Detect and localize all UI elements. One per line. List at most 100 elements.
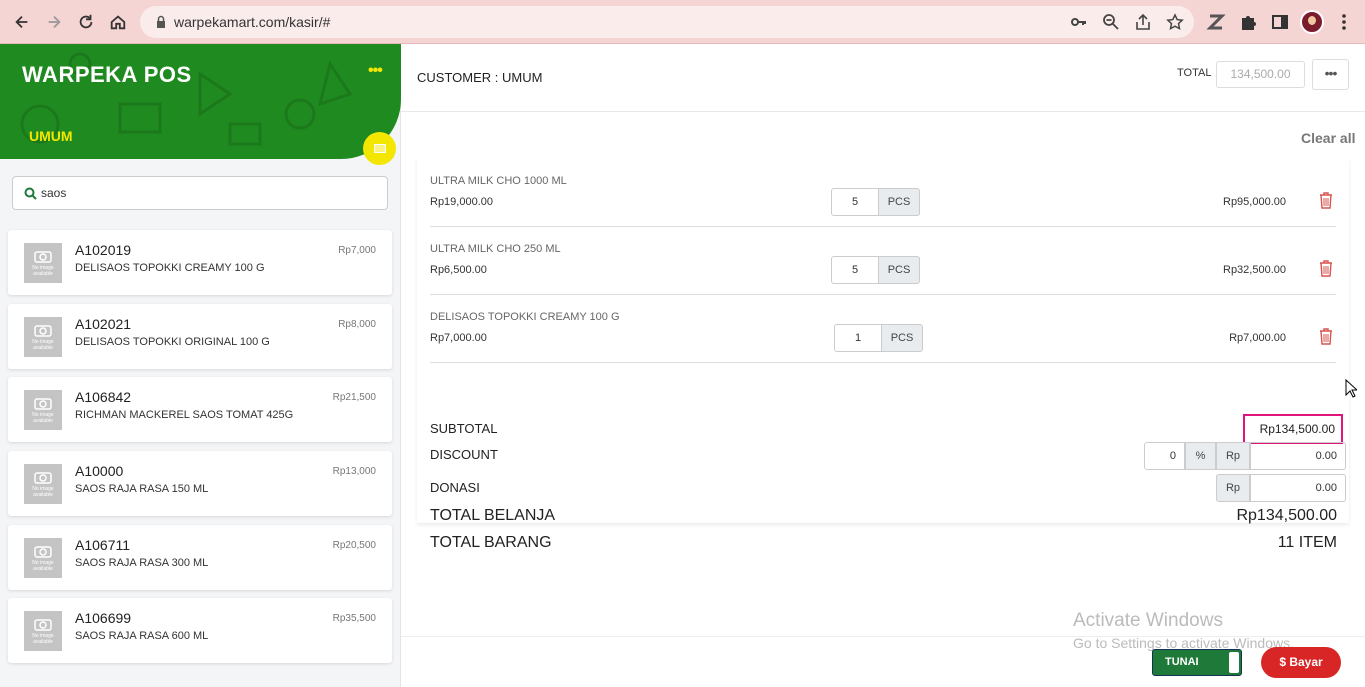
app-menu-button[interactable]: ••• <box>368 62 383 80</box>
customer-tag[interactable]: UMUM <box>29 128 73 144</box>
discount-label: DISCOUNT <box>430 447 498 462</box>
product-name: SAOS RAJA RASA 150 ML <box>75 483 209 495</box>
puzzle-icon[interactable] <box>1238 12 1258 32</box>
back-icon[interactable] <box>10 10 34 34</box>
item-total: Rp95,000.00 <box>1223 196 1286 208</box>
product-search[interactable] <box>12 176 388 210</box>
no-image-icon: No image available <box>24 538 62 578</box>
unit-label: PCS <box>879 188 920 216</box>
item-price: Rp6,500.00 <box>430 264 487 276</box>
product-code: A102019 <box>75 242 132 258</box>
cart-item: ULTRA MILK CHO 1000 ML Rp19,000.00 5 PCS… <box>430 159 1336 227</box>
no-image-icon: No image available <box>24 390 62 430</box>
payment-method-label: TUNAI <box>1165 656 1199 668</box>
more-options-button[interactable]: ••• <box>1312 59 1349 90</box>
product-code: A106842 <box>75 389 132 405</box>
key-icon[interactable] <box>1070 13 1088 31</box>
pay-button[interactable]: $ Bayar <box>1261 647 1341 678</box>
reload-icon[interactable] <box>74 10 98 34</box>
customer-label[interactable]: CUSTOMER : UMUM <box>417 70 542 85</box>
total-belanja-label: TOTAL BELANJA <box>430 507 556 524</box>
product-name: SAOS RAJA RASA 600 ML <box>75 630 209 642</box>
payment-method-toggle[interactable]: TUNAI <box>1152 649 1242 676</box>
trash-icon[interactable] <box>1318 326 1334 346</box>
product-panel: WARPEKA POS ••• UMUM No image available … <box>0 44 401 687</box>
product-card[interactable]: No image available A102019 DELISAOS TOPO… <box>8 230 392 295</box>
product-code: A102021 <box>75 316 132 332</box>
total-label: TOTAL <box>1177 67 1212 79</box>
no-image-icon: No image available <box>24 464 62 504</box>
cart-item: DELISAOS TOPOKKI CREAMY 100 G Rp7,000.00… <box>430 295 1336 363</box>
product-code: A106711 <box>75 537 131 553</box>
product-name: RICHMAN MACKEREL SAOS TOMAT 425G <box>75 409 294 421</box>
percent-addon: % <box>1185 442 1216 470</box>
quantity-input[interactable]: 1 <box>834 324 882 352</box>
windows-watermark-title: Activate Windows <box>1073 610 1223 631</box>
donasi-label: DONASI <box>430 480 480 495</box>
product-price: Rp35,500 <box>332 613 376 624</box>
forward-icon[interactable] <box>42 10 66 34</box>
bookmark-star-icon[interactable] <box>1166 13 1184 31</box>
item-name: DELISAOS TOPOKKI CREAMY 100 G <box>430 311 620 323</box>
item-price: Rp7,000.00 <box>430 332 487 344</box>
quantity-input[interactable]: 5 <box>831 188 879 216</box>
no-image-icon: No image available <box>24 611 62 651</box>
barcode-icon <box>373 144 386 153</box>
share-icon[interactable] <box>1134 13 1152 31</box>
cart-header: CUSTOMER : UMUM TOTAL 134,500.00 ••• <box>401 44 1365 112</box>
cart-card: ULTRA MILK CHO 1000 ML Rp19,000.00 5 PCS… <box>417 157 1349 551</box>
unit-label: PCS <box>882 324 923 352</box>
extension-z-icon[interactable] <box>1206 12 1226 32</box>
no-image-icon: No image available <box>24 317 62 357</box>
home-icon[interactable] <box>106 10 130 34</box>
address-bar[interactable]: warpekamart.com/kasir/# <box>140 6 1194 38</box>
item-name: ULTRA MILK CHO 1000 ML <box>430 175 567 187</box>
trash-icon[interactable] <box>1318 190 1334 210</box>
rupiah-addon: Rp <box>1216 474 1250 502</box>
search-input[interactable] <box>41 183 371 203</box>
no-image-icon: No image available <box>24 243 62 283</box>
item-price: Rp19,000.00 <box>430 196 493 208</box>
product-name: SAOS RAJA RASA 300 ML <box>75 557 209 569</box>
profile-avatar[interactable] <box>1300 10 1324 34</box>
barcode-scan-button[interactable] <box>363 132 396 165</box>
item-name: ULTRA MILK CHO 250 ML <box>430 243 561 255</box>
donasi-amount-input[interactable]: 0.00 <box>1250 474 1346 502</box>
item-total: Rp7,000.00 <box>1229 332 1286 344</box>
total-barang-value: 11 ITEM <box>1277 534 1337 551</box>
unit-label: PCS <box>879 256 920 284</box>
total-field: 134,500.00 <box>1216 61 1305 88</box>
product-card[interactable]: No image available A10000 SAOS RAJA RASA… <box>8 451 392 516</box>
lock-icon <box>157 15 165 28</box>
cart-item: ULTRA MILK CHO 250 ML Rp6,500.00 5 PCS R… <box>430 227 1336 295</box>
product-name: DELISAOS TOPOKKI ORIGINAL 100 G <box>75 336 270 348</box>
trash-icon[interactable] <box>1318 258 1334 278</box>
toggle-knob <box>1229 652 1239 673</box>
product-card[interactable]: No image available A106699 SAOS RAJA RAS… <box>8 598 392 663</box>
brand-header: WARPEKA POS ••• UMUM <box>0 44 401 159</box>
product-price: Rp7,000 <box>338 245 376 256</box>
product-price: Rp21,500 <box>332 392 376 403</box>
discount-amount-input[interactable]: 0.00 <box>1250 442 1346 470</box>
product-card[interactable]: No image available A102021 DELISAOS TOPO… <box>8 304 392 369</box>
total-belanja-value: Rp134,500.00 <box>1236 507 1337 524</box>
product-code: A10000 <box>75 463 124 479</box>
product-card[interactable]: No image available A106842 RICHMAN MACKE… <box>8 377 392 442</box>
clear-all-button[interactable]: Clear all <box>1301 130 1355 146</box>
browser-toolbar: warpekamart.com/kasir/# <box>0 0 1365 44</box>
subtotal-label: SUBTOTAL <box>430 421 498 436</box>
side-panel-icon[interactable] <box>1270 12 1290 32</box>
item-total: Rp32,500.00 <box>1223 264 1286 276</box>
zoom-icon[interactable] <box>1102 13 1120 31</box>
url-text: warpekamart.com/kasir/# <box>174 14 331 30</box>
cart-panel: CUSTOMER : UMUM TOTAL 134,500.00 ••• Cle… <box>401 44 1365 687</box>
product-price: Rp8,000 <box>338 319 376 330</box>
quantity-input[interactable]: 5 <box>831 256 879 284</box>
product-code: A106699 <box>75 610 132 626</box>
kebab-menu-icon[interactable] <box>1334 12 1354 32</box>
subtotal-value: Rp134,500.00 <box>1243 414 1343 444</box>
product-card[interactable]: No image available A106711 SAOS RAJA RAS… <box>8 525 392 590</box>
discount-percent-input[interactable]: 0 <box>1144 442 1185 470</box>
product-price: Rp20,500 <box>332 540 376 551</box>
total-barang-label: TOTAL BARANG <box>430 534 552 551</box>
